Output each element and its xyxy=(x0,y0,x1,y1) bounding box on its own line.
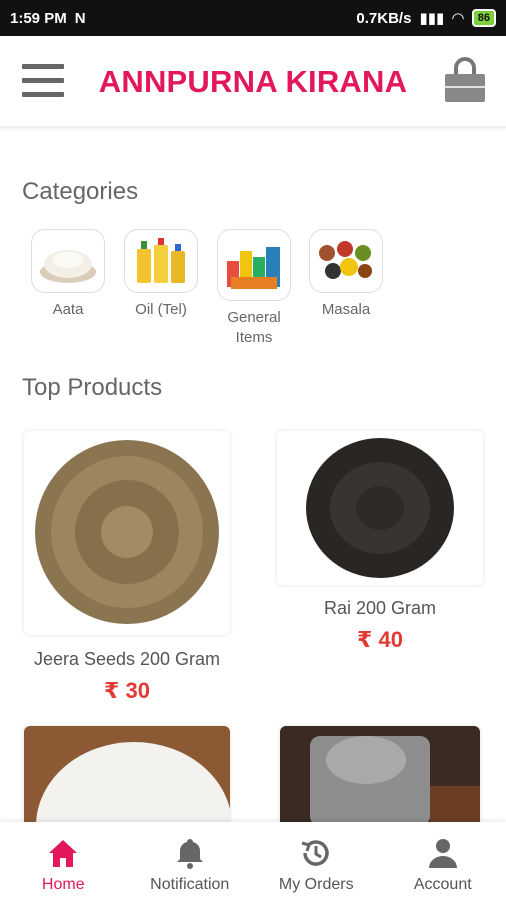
nav-label: Account xyxy=(413,876,472,893)
category-label: Masala xyxy=(321,301,371,318)
nav-label: Notification xyxy=(150,876,230,893)
status-bar: 1:59 PM N 0.7KB/s ▮▮▮ ◠ 86 xyxy=(0,0,506,36)
spices-icon xyxy=(309,229,383,293)
network-speed: 0.7KB/s xyxy=(356,9,412,27)
nav-label: My Orders xyxy=(278,876,354,893)
n-icon: N xyxy=(74,9,86,27)
groceries-icon xyxy=(217,229,291,301)
categories-heading: Categories xyxy=(22,178,139,205)
nav-home[interactable]: Home xyxy=(0,822,127,900)
user-icon xyxy=(428,839,457,868)
nav-account[interactable]: Account xyxy=(380,822,506,900)
battery-icon: 86 xyxy=(471,9,496,27)
nav-my-orders[interactable]: My Orders xyxy=(253,822,380,900)
category-masala[interactable]: Masala xyxy=(308,229,384,320)
status-time: 1:59 PM xyxy=(10,9,67,27)
product-card-sugar[interactable] xyxy=(24,726,230,826)
product-name: Rai 200 Gram xyxy=(323,598,437,618)
nav-notification[interactable]: Notification xyxy=(127,822,254,900)
category-label: Oil (Tel) xyxy=(135,301,187,318)
category-label: Aata xyxy=(52,301,84,318)
cumin-seeds-image xyxy=(35,440,219,624)
product-price: ₹ 40 xyxy=(357,627,403,652)
history-icon xyxy=(301,840,329,866)
product-name: Jeera Seeds 200 Gram xyxy=(33,649,221,669)
product-card-salt[interactable] xyxy=(280,726,480,826)
signal-icon: ▮▮▮ xyxy=(419,10,445,27)
category-oil[interactable]: Oil (Tel) xyxy=(123,229,199,320)
home-icon xyxy=(49,840,78,867)
bottom-nav: Home Notification My Orders Account xyxy=(0,822,506,900)
sugar-image xyxy=(24,726,230,826)
salt-shaker-image xyxy=(280,726,480,826)
category-aata[interactable]: Aata xyxy=(30,229,106,320)
product-price: ₹ 30 xyxy=(104,678,150,703)
nav-label: Home xyxy=(41,876,85,893)
app-bar: ANNPURNA KIRANA xyxy=(0,36,506,128)
top-products-heading: Top Products xyxy=(22,374,163,401)
app-title: ANNPURNA KIRANA xyxy=(98,64,408,99)
product-card-jeera[interactable] xyxy=(24,431,230,635)
oil-bottles-icon xyxy=(124,229,198,293)
flour-icon xyxy=(31,229,105,293)
product-card-rai[interactable] xyxy=(277,431,483,585)
shopping-bag-icon[interactable] xyxy=(442,56,488,104)
category-label: General Items xyxy=(227,309,281,346)
bell-icon xyxy=(176,839,203,869)
category-general-items[interactable]: General Items xyxy=(216,229,292,348)
mustard-seeds-image xyxy=(306,438,454,578)
wifi-icon: ◠ xyxy=(452,10,464,27)
